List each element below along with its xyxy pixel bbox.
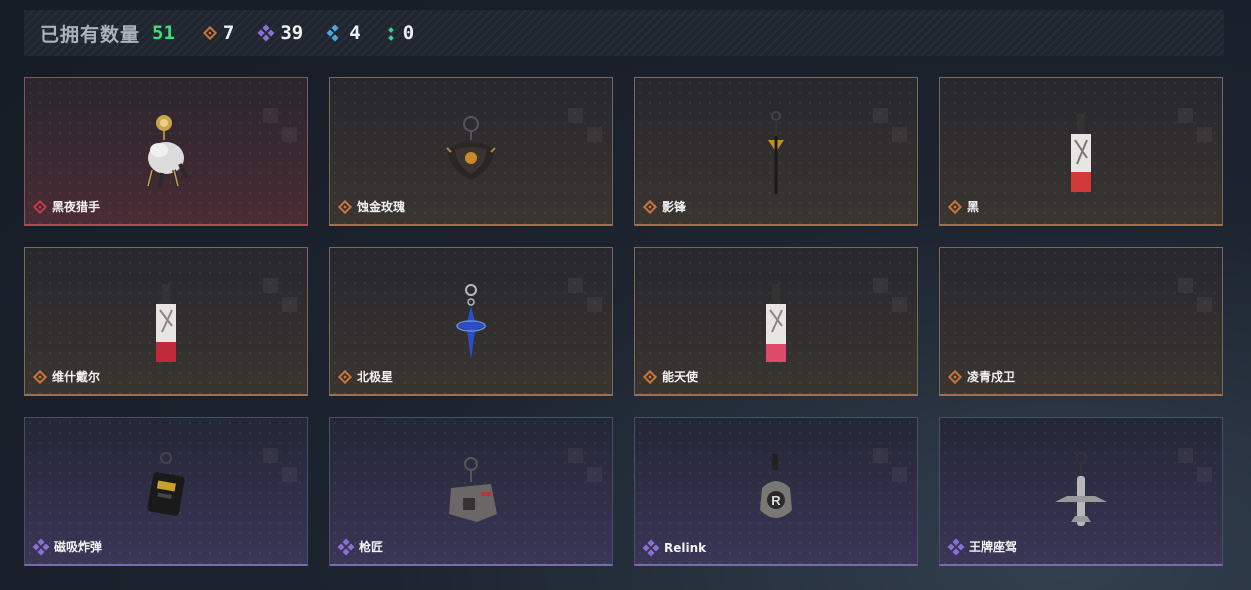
- charm-name: 黑夜猎手: [32, 198, 100, 215]
- orange-rarity-icon: [947, 369, 963, 384]
- black-gold-rose-charm-icon: [421, 78, 521, 208]
- orange-rarity-icon: [642, 199, 658, 214]
- stat-blue: 4: [326, 22, 361, 44]
- blue-count: 4: [349, 22, 361, 44]
- orange-rarity-icon: [202, 25, 217, 41]
- orange-rarity-icon: [947, 199, 963, 214]
- blue-star-charm-icon: [421, 248, 521, 378]
- bomb-charm-icon: [116, 418, 216, 548]
- dagger-charm-icon: [726, 78, 826, 208]
- charm-card[interactable]: 能天使: [634, 247, 918, 396]
- charm-name: 凌青戍卫: [947, 368, 1015, 385]
- jet-plane-charm-icon: [1031, 418, 1131, 548]
- r-emblem-charm-icon: R: [726, 418, 826, 548]
- charm-card[interactable]: R Relink: [634, 417, 918, 566]
- purple-rarity-icon: [32, 538, 50, 555]
- card-keychain-charm-icon: [726, 248, 826, 378]
- empty-slot-icon: [1031, 248, 1131, 378]
- charm-card[interactable]: 维什戴尔: [24, 247, 308, 396]
- charm-name: 枪匠: [337, 538, 383, 555]
- charm-name: 影锋: [642, 198, 686, 215]
- orange-rarity-icon: [642, 369, 658, 384]
- purple-rarity-icon: [337, 538, 355, 555]
- charm-name: 磁吸炸弹: [32, 538, 102, 555]
- green-rarity-icon: [387, 26, 395, 41]
- charm-name: 能天使: [642, 368, 698, 385]
- blue-rarity-icon: [326, 24, 341, 42]
- gunsmith-badge-charm-icon: [421, 418, 521, 548]
- orange-rarity-icon: [32, 369, 48, 384]
- charm-name: Relink: [642, 539, 706, 557]
- orange-rarity-icon: [337, 369, 353, 384]
- charm-card[interactable]: 凌青戍卫: [939, 247, 1223, 396]
- purple-rarity-icon: [947, 538, 965, 555]
- charm-card[interactable]: 影锋: [634, 77, 918, 226]
- owned-count: 51: [152, 22, 175, 44]
- svg-text:R: R: [771, 493, 781, 508]
- collection-header: 已拥有数量 51 7 39 4 0: [24, 10, 1224, 56]
- purple-rarity-icon: [257, 24, 275, 42]
- charm-card[interactable]: 黑夜猎手: [24, 77, 308, 226]
- purple-count: 39: [280, 22, 304, 44]
- stat-green: 0: [387, 22, 414, 44]
- charm-name: 蚀金玫瑰: [337, 198, 405, 215]
- charm-name: 北极星: [337, 368, 393, 385]
- card-keychain-charm-icon: [1031, 78, 1131, 208]
- charm-name: 王牌座驾: [947, 538, 1017, 555]
- orange-count: 7: [222, 22, 235, 44]
- white-wolf-gold-flower-charm-icon: [116, 78, 216, 208]
- charm-name: 黑: [947, 198, 979, 215]
- stat-purple: 39: [257, 22, 304, 44]
- charm-card[interactable]: 蚀金玫瑰: [329, 77, 613, 226]
- charm-card[interactable]: 枪匠: [329, 417, 613, 566]
- card-keychain-charm-icon: [116, 248, 216, 378]
- charm-card[interactable]: 北极星: [329, 247, 613, 396]
- charm-card[interactable]: 黑: [939, 77, 1223, 226]
- red-rarity-icon: [32, 199, 48, 214]
- stat-orange: 7: [202, 22, 235, 44]
- orange-rarity-icon: [337, 199, 353, 214]
- charm-name: 维什戴尔: [32, 368, 100, 385]
- green-count: 0: [402, 22, 415, 44]
- purple-rarity-icon: [642, 539, 660, 557]
- charm-card[interactable]: 磁吸炸弹: [24, 417, 308, 566]
- owned-label: 已拥有数量: [40, 23, 141, 46]
- charm-card[interactable]: 王牌座驾: [939, 417, 1223, 566]
